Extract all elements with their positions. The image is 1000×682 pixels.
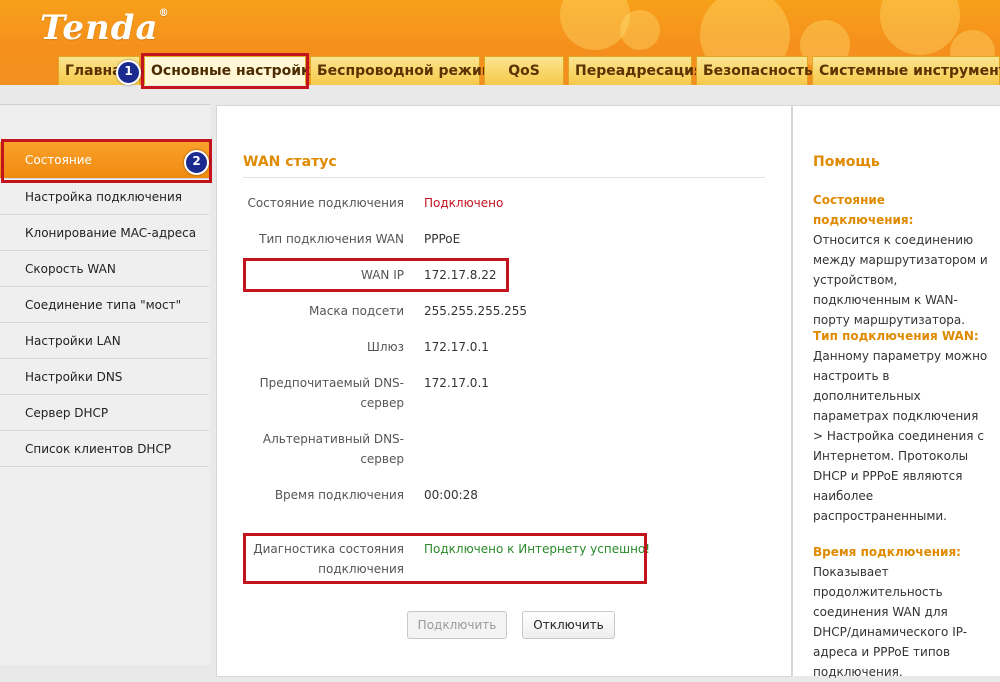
- label-wan-type: Тип подключения WAN: [259, 232, 404, 246]
- header-bubble: [620, 10, 660, 50]
- sidebar-item-mac-clone[interactable]: Клонирование MAC-адреса: [0, 215, 209, 251]
- help-block-wan-type: Тип подключения WAN: Данному параметру м…: [813, 326, 988, 526]
- connect-button[interactable]: Подключить: [407, 611, 507, 639]
- label-diagnostics-line2: подключения: [318, 562, 404, 576]
- help-block-connection-time: Время подключения: Показывает продолжите…: [813, 542, 988, 682]
- label-diagnostics: Диагностика состояния подключения: [224, 539, 404, 579]
- trademark-symbol: ®: [158, 8, 170, 19]
- value-subnet-mask: 255.255.255.255: [424, 304, 528, 318]
- brand-logo: Tenda®: [40, 8, 170, 48]
- label-preferred-dns-line1: Предпочитаемый DNS-: [259, 376, 404, 390]
- help-title: Помощь: [813, 154, 880, 170]
- value-connection-time: 00:00:28: [424, 488, 478, 502]
- value-preferred-dns: 172.17.0.1: [424, 376, 489, 390]
- value-wan-ip: 172.17.8.22: [424, 268, 497, 282]
- value-gateway: 172.17.0.1: [424, 340, 489, 354]
- label-connection-time: Время подключения: [274, 488, 404, 502]
- sidebar: Состояние Настройка подключения WAN Клон…: [0, 104, 210, 665]
- help-text: Показывает продолжительность соединения …: [813, 565, 968, 679]
- sidebar-item-dns-settings[interactable]: Настройки DNS: [0, 359, 209, 395]
- sidebar-item-lan-settings[interactable]: Настройки LAN: [0, 323, 209, 359]
- tab-forwarding[interactable]: Переадресация: [568, 56, 703, 85]
- sidebar-item-label: Скорость WAN: [25, 262, 116, 276]
- label-gateway: Шлюз: [367, 340, 404, 354]
- label-diagnostics-line1: Диагностика состояния: [253, 542, 404, 556]
- top-nav-tabs: Главная Основные настройки Беспроводной …: [58, 56, 1000, 85]
- value-wan-type: PPPoE: [424, 232, 461, 246]
- section-title: WAN статус: [243, 154, 337, 170]
- header: Tenda® Главная Основные настройки Беспро…: [0, 0, 1000, 85]
- label-preferred-dns: Предпочитаемый DNS- сервер: [224, 373, 404, 413]
- help-text: Данному параметру можно настроить в допо…: [813, 349, 988, 523]
- help-text: Относится к соединению между маршрутизат…: [813, 233, 988, 327]
- label-wan-ip: WAN IP: [361, 268, 404, 282]
- brand-logo-text: Tenda: [40, 8, 159, 48]
- value-diagnostics: Подключено к Интернету успешно!: [424, 542, 651, 556]
- sidebar-item-label: Настройки LAN: [25, 334, 121, 348]
- sidebar-item-label: Клонирование MAC-адреса: [25, 226, 197, 240]
- label-alternate-dns: Альтернативный DNS- сервер: [224, 429, 404, 469]
- sidebar-item-label: Настройки DNS: [25, 370, 123, 384]
- tab-basic-settings[interactable]: Основные настройки: [144, 56, 320, 85]
- disconnect-button[interactable]: Отключить: [522, 611, 615, 639]
- help-heading: Состояние подключения:: [813, 193, 914, 227]
- sidebar-item-dhcp-server[interactable]: Сервер DHCP: [0, 395, 209, 431]
- label-connection-state: Состояние подключения: [247, 196, 404, 210]
- section-divider: [243, 177, 765, 178]
- help-block-connection-state: Состояние подключения: Относится к соеди…: [813, 190, 988, 330]
- sidebar-item-label: Список клиентов DHCP: [25, 442, 172, 456]
- sidebar-item-label: Состояние: [25, 153, 92, 167]
- sidebar-item-dhcp-clients[interactable]: Список клиентов DHCP: [0, 431, 209, 467]
- sidebar-item-status[interactable]: Состояние: [0, 142, 209, 179]
- step-badge-1: 1: [116, 60, 141, 85]
- header-bubble: [880, 0, 960, 55]
- tab-security[interactable]: Безопасность: [696, 56, 813, 85]
- label-subnet-mask: Маска подсети: [309, 304, 404, 318]
- label-alternate-dns-line1: Альтернативный DNS-: [262, 432, 404, 446]
- sidebar-item-wan-setup[interactable]: Настройка подключения WAN: [0, 179, 209, 240]
- sidebar-item-label: Сервер DHCP: [25, 406, 109, 420]
- sidebar-item-bridge[interactable]: Соединение типа "мост": [0, 287, 209, 323]
- step-badge-2: 2: [184, 150, 209, 175]
- sidebar-item-wan-speed[interactable]: Скорость WAN: [0, 251, 209, 287]
- help-panel: Помощь Состояние подключения: Относится …: [792, 105, 1000, 679]
- tab-system-tools[interactable]: Системные инструменты: [812, 56, 1000, 85]
- help-heading: Время подключения:: [813, 545, 961, 559]
- value-connection-state: Подключено: [424, 196, 504, 210]
- label-alternate-dns-line2: сервер: [360, 452, 404, 466]
- tab-wireless[interactable]: Беспроводной режим: [310, 56, 493, 85]
- label-preferred-dns-line2: сервер: [360, 396, 404, 410]
- main-panel: WAN статус Состояние подключения Подключ…: [216, 105, 792, 677]
- tab-qos[interactable]: QoS: [484, 56, 564, 85]
- help-heading: Тип подключения WAN:: [813, 329, 979, 343]
- sidebar-item-label: Соединение типа "мост": [25, 298, 182, 312]
